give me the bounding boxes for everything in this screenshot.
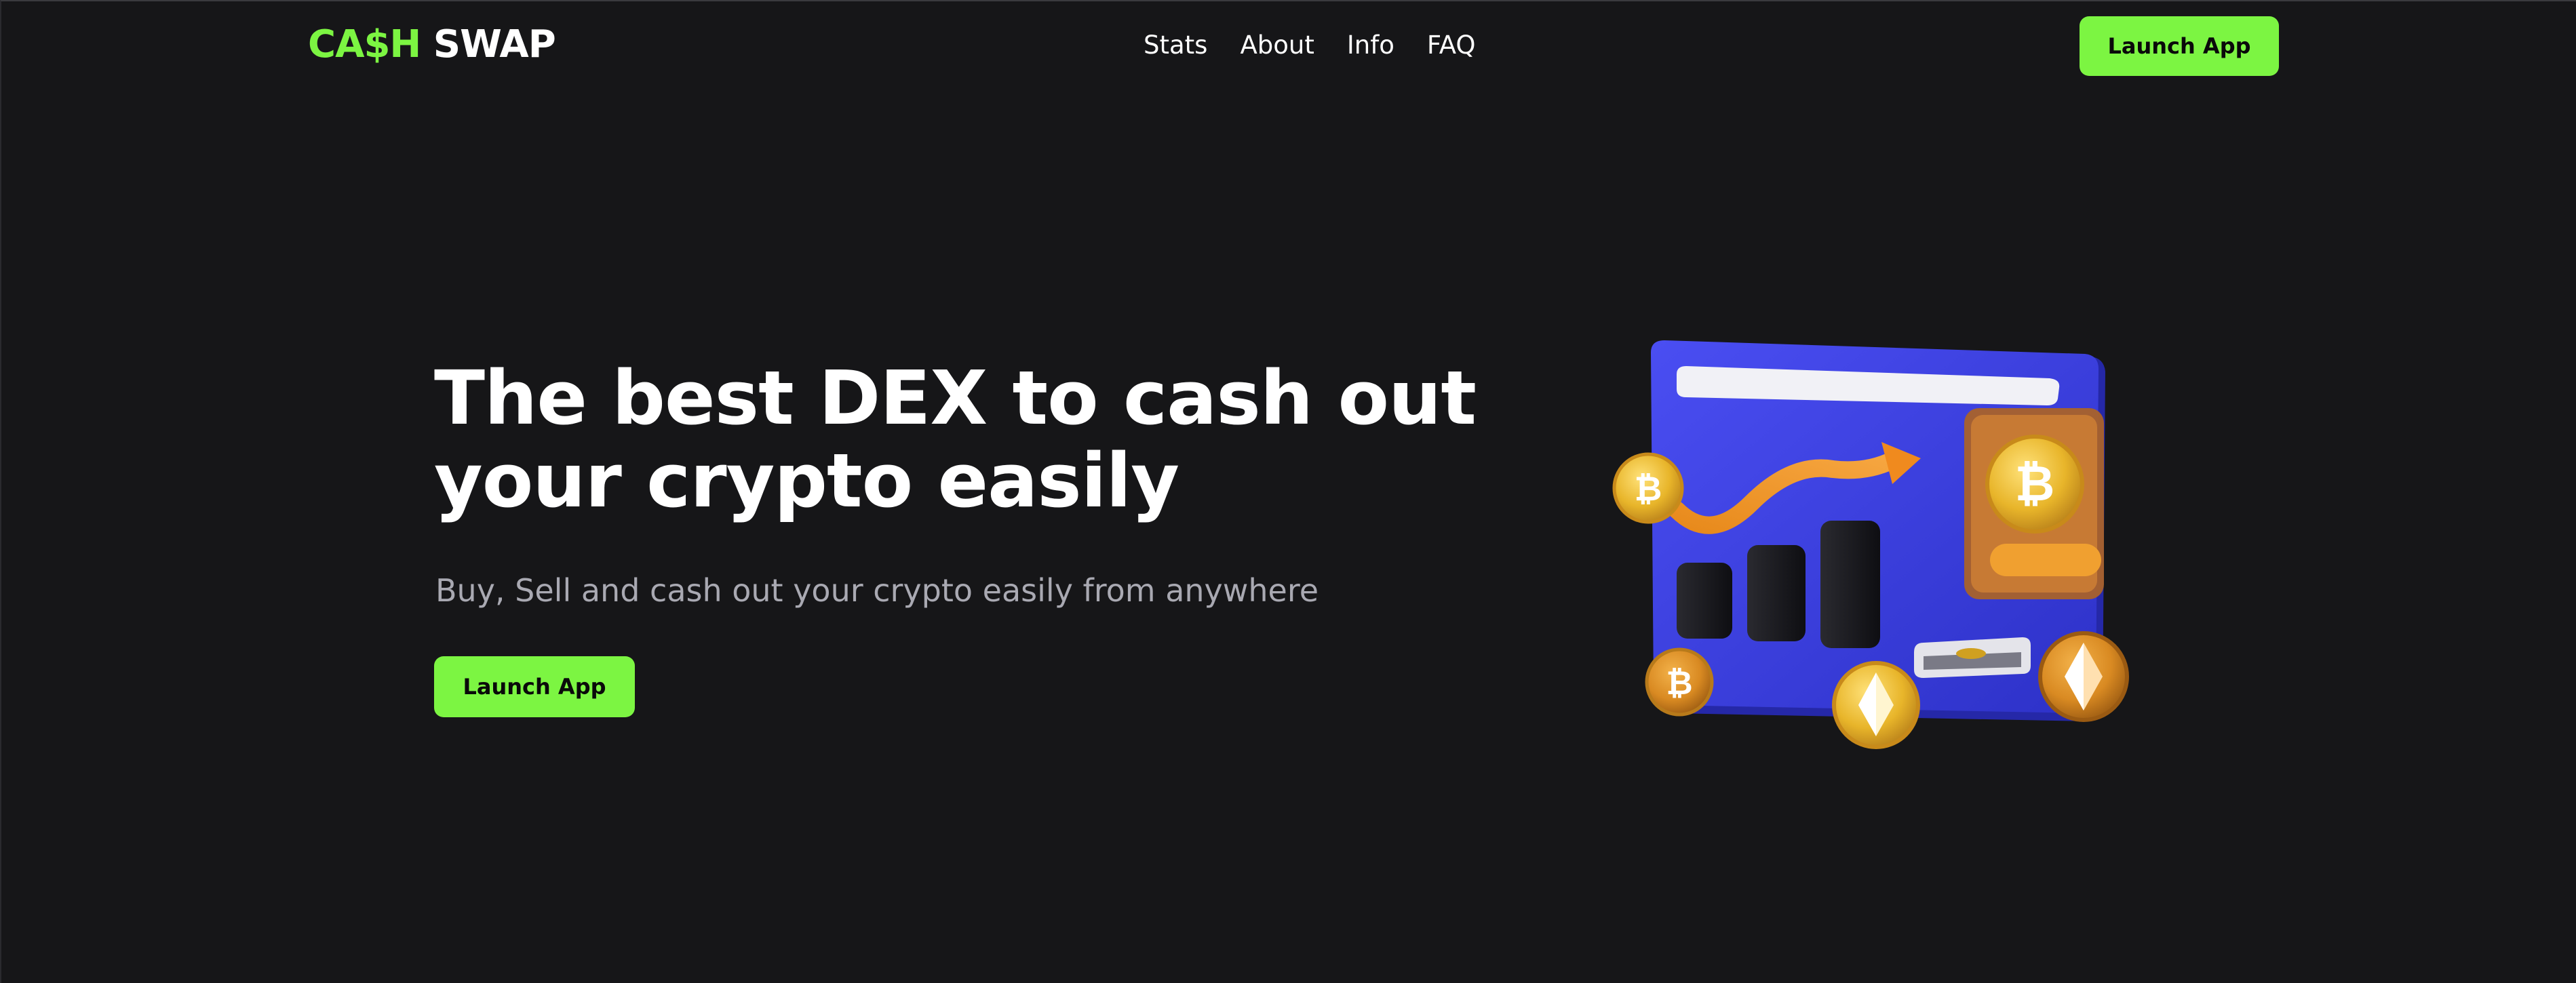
- logo-accent-text: CA$H: [308, 22, 421, 66]
- main-nav: Stats About Info FAQ: [1144, 28, 1476, 62]
- wallet-card-icon: ₿ ₿ ₿: [1612, 340, 2129, 749]
- svg-text:₿: ₿: [1635, 469, 1662, 508]
- svg-text:₿: ₿: [1666, 664, 1692, 702]
- nav-link-stats[interactable]: Stats: [1144, 28, 1207, 62]
- hero-launch-app-button[interactable]: Launch App: [434, 656, 635, 717]
- crypto-wallet-illustration: ₿ ₿ ₿: [1602, 334, 2145, 767]
- svg-text:₿: ₿: [2015, 455, 2055, 512]
- nav-link-faq[interactable]: FAQ: [1427, 28, 1476, 62]
- logo-main-text: SWAP: [421, 22, 556, 66]
- nav-link-about[interactable]: About: [1240, 28, 1314, 62]
- logo[interactable]: CA$H SWAP: [308, 22, 556, 68]
- hero-subtitle: Buy, Sell and cash out your crypto easil…: [435, 572, 1319, 609]
- navbar: CA$H SWAP Stats About Info FAQ Launch Ap…: [1, 1, 2576, 89]
- hero-title-line-1: The best DEX to cash out: [434, 355, 1477, 441]
- nav-link-info[interactable]: Info: [1347, 28, 1394, 62]
- header-launch-app-button[interactable]: Launch App: [2080, 16, 2279, 76]
- hero-title-line-2: your crypto easily: [434, 437, 1179, 524]
- hero-title: The best DEX to cash out your crypto eas…: [434, 357, 1519, 522]
